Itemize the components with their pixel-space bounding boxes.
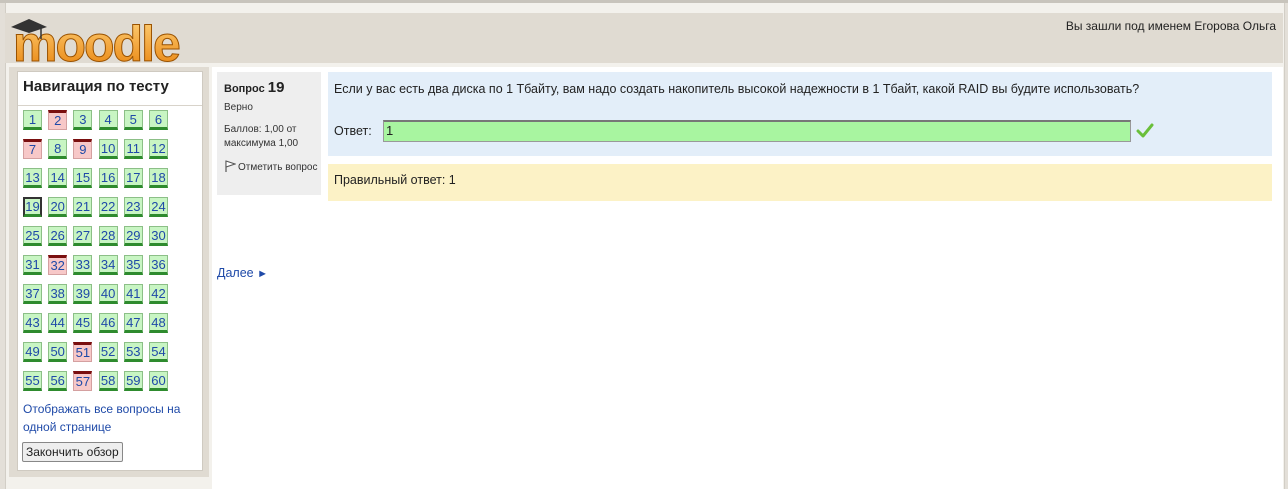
question-state: Верно: [224, 102, 253, 113]
question-nav-button-23[interactable]: 23: [123, 197, 143, 217]
question-nav-button-50[interactable]: 50: [48, 342, 68, 362]
question-nav-button-16[interactable]: 16: [98, 168, 118, 188]
flag-icon: [224, 160, 237, 172]
question-nav-button-11[interactable]: 11: [123, 139, 143, 159]
show-all-questions-link[interactable]: Отображать все вопросы на одной странице: [23, 400, 198, 436]
correct-check-icon: [1136, 122, 1154, 140]
arrow-right-icon: ►: [257, 268, 268, 280]
login-info: Вы зашли под именем Егорова Ольга: [1065, 19, 1276, 33]
question-nav-button-38[interactable]: 38: [48, 284, 68, 304]
question-nav-button-59[interactable]: 59: [123, 371, 143, 391]
question-nav-button-56[interactable]: 56: [48, 371, 68, 391]
question-nav-button-29[interactable]: 29: [123, 226, 143, 246]
question-nav-button-10[interactable]: 10: [98, 139, 118, 159]
question-text: Если у вас есть два диска по 1 Тбайту, в…: [334, 82, 1140, 96]
question-nav-button-42[interactable]: 42: [149, 284, 168, 304]
question-nav-button-26[interactable]: 26: [48, 226, 68, 246]
question-nav-button-24[interactable]: 24: [149, 197, 168, 217]
question-nav-button-25[interactable]: 25: [23, 226, 42, 246]
question-nav-button-44[interactable]: 44: [48, 313, 68, 333]
question-number-value: 19: [267, 79, 285, 96]
question-nav-button-28[interactable]: 28: [98, 226, 118, 246]
question-nav-button-9[interactable]: 9: [73, 139, 93, 159]
question-nav-button-15[interactable]: 15: [73, 168, 93, 188]
question-nav-button-3[interactable]: 3: [73, 110, 93, 130]
question-nav-button-20[interactable]: 20: [48, 197, 68, 217]
next-link-label: Далее: [217, 266, 254, 280]
question-nav-button-54[interactable]: 54: [149, 342, 168, 362]
next-page-link[interactable]: Далее ►: [217, 266, 268, 280]
flag-question-toggle[interactable]: Отметить вопрос: [224, 160, 319, 175]
question-nav-button-43[interactable]: 43: [23, 313, 42, 333]
question-nav-button-22[interactable]: 22: [98, 197, 118, 217]
quiz-navigation-panel: Навигация по тесту 1 2 3 4 5 6 7 8 9 10 11 12 13 14 15…: [17, 71, 203, 471]
question-nav-button-30[interactable]: 30: [149, 226, 168, 246]
question-nav-button-57[interactable]: 57: [73, 371, 93, 391]
question-nav-button-41[interactable]: 41: [123, 284, 143, 304]
question-nav-button-35[interactable]: 35: [123, 255, 143, 275]
question-formulation: Если у вас есть два диска по 1 Тбайту, в…: [328, 72, 1272, 156]
question-nav-button-49[interactable]: 49: [23, 342, 42, 362]
question-nav-button-60[interactable]: 60: [149, 371, 168, 391]
question-nav-button-32[interactable]: 32: [48, 255, 68, 275]
question-nav-button-21[interactable]: 21: [73, 197, 93, 217]
question-nav-button-36[interactable]: 36: [149, 255, 168, 275]
flag-question-label: Отметить вопрос: [238, 162, 318, 173]
question-nav-button-14[interactable]: 14: [48, 168, 68, 188]
question-nav-button-5[interactable]: 5: [123, 110, 143, 130]
question-nav-button-37[interactable]: 37: [23, 284, 42, 304]
question-nav-button-55[interactable]: 55: [23, 371, 42, 391]
answer-input[interactable]: 1: [383, 120, 1131, 142]
navigation-title: Навигация по тесту: [23, 78, 169, 95]
moodle-logo-graphic: moodle: [11, 16, 182, 69]
question-nav-button-18[interactable]: 18: [149, 168, 168, 188]
right-answer-text: Правильный ответ: 1: [334, 173, 456, 187]
question-nav-button-52[interactable]: 52: [98, 342, 118, 362]
question-nav-button-34[interactable]: 34: [98, 255, 118, 275]
question-nav-button-51[interactable]: 51: [73, 342, 93, 362]
question-grade: Баллов: 1,00 от максимума 1,00: [224, 124, 299, 149]
question-nav-button-1[interactable]: 1: [23, 110, 42, 130]
question-nav-button-8[interactable]: 8: [48, 139, 68, 159]
question-number-label: Вопрос: [224, 83, 265, 95]
question-nav-button-7[interactable]: 7: [23, 139, 42, 159]
answer-label: Ответ:: [334, 124, 372, 138]
finish-review-button[interactable]: Закончить обзор: [22, 442, 123, 462]
question-nav-button-45[interactable]: 45: [73, 313, 93, 333]
question-nav-button-4[interactable]: 4: [98, 110, 118, 130]
question-nav-button-39[interactable]: 39: [73, 284, 93, 304]
question-nav-button-27[interactable]: 27: [73, 226, 93, 246]
moodle-logo[interactable]: moodle: [9, 13, 209, 69]
question-nav-button-40[interactable]: 40: [98, 284, 118, 304]
question-feedback: Правильный ответ: 1: [328, 164, 1272, 201]
question-nav-button-48[interactable]: 48: [149, 313, 168, 333]
question-info: Вопрос 19 Верно Баллов: 1,00 от максимум…: [217, 72, 321, 195]
question-nav-button-2[interactable]: 2: [48, 110, 68, 130]
question-nav-button-12[interactable]: 12: [149, 139, 168, 159]
question-nav-button-19[interactable]: 19: [23, 197, 42, 217]
question-nav-button-13[interactable]: 13: [23, 168, 42, 188]
question-nav-button-6[interactable]: 6: [149, 110, 168, 130]
question-nav-button-47[interactable]: 47: [123, 313, 143, 333]
quiz-navigation-block: Навигация по тесту 1 2 3 4 5 6 7 8 9 10 11 12 13 14 15…: [9, 67, 209, 477]
question-number: Вопрос 19: [224, 79, 284, 96]
question-nav-button-53[interactable]: 53: [123, 342, 143, 362]
question-nav-button-31[interactable]: 31: [23, 255, 42, 275]
title-divider: [18, 105, 202, 106]
question-nav-button-58[interactable]: 58: [98, 371, 118, 391]
question-nav-button-46[interactable]: 46: [98, 313, 118, 333]
question-nav-button-33[interactable]: 33: [73, 255, 93, 275]
question-nav-button-17[interactable]: 17: [123, 168, 143, 188]
